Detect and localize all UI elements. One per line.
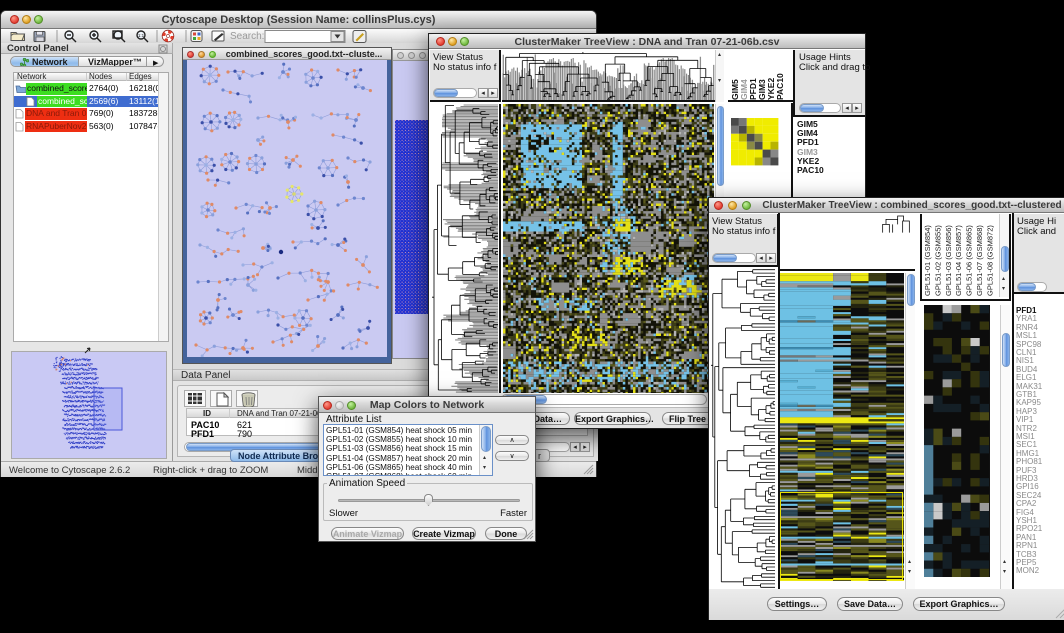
svg-text:GPL51-02 (GSM855): GPL51-02 (GSM855) xyxy=(933,225,942,296)
svg-text:GPL51-07 (GSM868): GPL51-07 (GSM868) xyxy=(975,225,984,296)
svg-text:1:1: 1:1 xyxy=(138,33,145,38)
svg-text:PAC10: PAC10 xyxy=(775,73,785,100)
svg-text:Search:: Search: xyxy=(230,31,264,42)
svg-text:GPL51-06 (GSM865): GPL51-06 (GSM865) xyxy=(965,225,974,296)
svg-text:GPL51-01 (GSM854): GPL51-01 (GSM854) xyxy=(923,225,932,296)
svg-text:GPL51-03 (GSM856): GPL51-03 (GSM856) xyxy=(944,225,953,296)
svg-text:GPL51-08 (GSM872): GPL51-08 (GSM872) xyxy=(985,225,994,296)
svg-text:GPL51-04 (GSM857): GPL51-04 (GSM857) xyxy=(954,225,963,296)
